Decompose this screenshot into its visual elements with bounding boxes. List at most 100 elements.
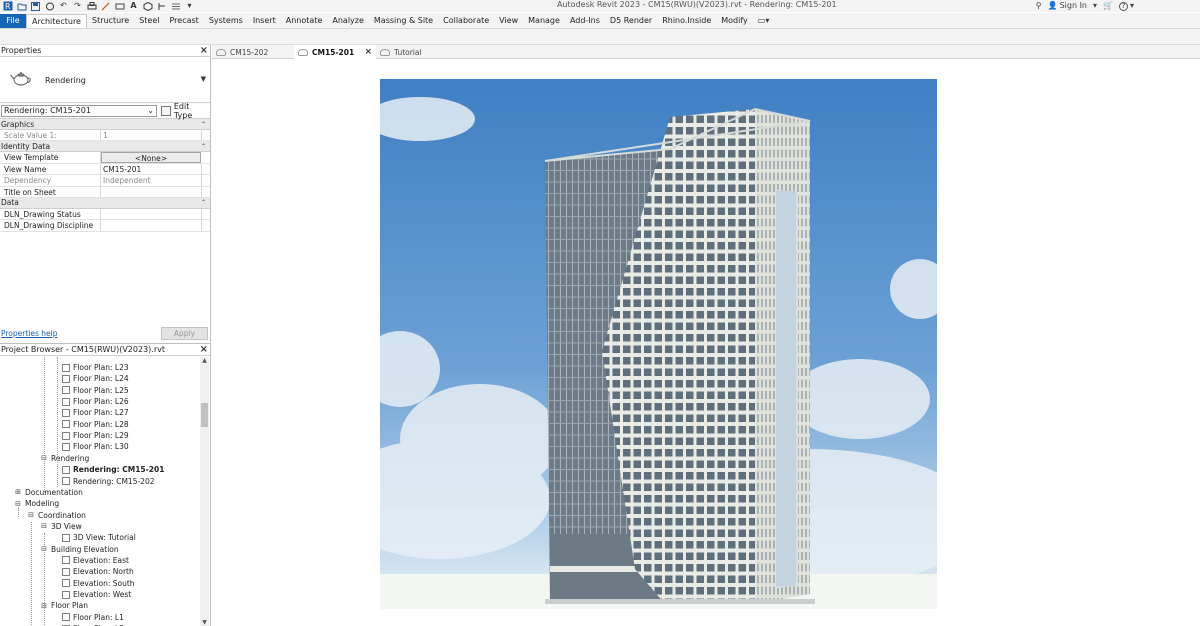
tree-view-item[interactable]: Floor Plan: L1 bbox=[62, 612, 124, 623]
properties-help-link[interactable]: Properties help bbox=[0, 329, 58, 338]
undo-icon[interactable]: ↶ bbox=[58, 1, 69, 11]
tab-modify[interactable]: Modify bbox=[716, 14, 753, 28]
instance-filter-dropdown[interactable]: Rendering: CM15-201 ⌄ bbox=[1, 104, 157, 117]
tree-group-node[interactable]: ⊞ Documentation bbox=[14, 487, 83, 498]
scroll-thumb[interactable] bbox=[201, 403, 208, 427]
thin-lines-icon[interactable] bbox=[170, 1, 181, 11]
tab-view[interactable]: View bbox=[494, 14, 523, 28]
tab-steel[interactable]: Steel bbox=[134, 14, 164, 28]
title-on-sheet-field[interactable] bbox=[101, 186, 202, 197]
tree-view-item[interactable]: Floor Plan: L26 bbox=[62, 396, 129, 407]
tree-view-item[interactable]: Elevation: North bbox=[62, 566, 134, 577]
revit-logo-icon[interactable]: R bbox=[2, 1, 13, 11]
prop-row-title-on-sheet[interactable]: Title on Sheet bbox=[0, 186, 210, 198]
tab-manage[interactable]: Manage bbox=[523, 14, 565, 28]
tree-view-item[interactable]: Floor Plan: L29 bbox=[62, 430, 129, 441]
text-icon[interactable]: A bbox=[128, 1, 139, 11]
tree-view-item[interactable]: Floor Plan: L27 bbox=[62, 407, 129, 418]
prop-row-dependency[interactable]: Dependency Independent bbox=[0, 175, 210, 187]
collapse-icon[interactable]: ⊟ bbox=[27, 511, 35, 519]
view-template-button[interactable]: <None> bbox=[101, 152, 201, 163]
tree-view-item[interactable]: Floor Plan: L24 bbox=[62, 373, 129, 384]
tree-view-item[interactable]: Elevation: South bbox=[62, 578, 135, 589]
close-icon[interactable]: × bbox=[200, 344, 208, 354]
tab-massing-site[interactable]: Massing & Site bbox=[369, 14, 438, 28]
tab-rhino-inside[interactable]: Rhino.Inside bbox=[657, 14, 716, 28]
print-icon[interactable] bbox=[86, 1, 97, 11]
drawing-discipline-field[interactable] bbox=[101, 220, 202, 231]
tree-view-item[interactable]: Elevation: West bbox=[62, 589, 131, 600]
binoculars-icon[interactable]: ⚲ bbox=[1036, 2, 1042, 10]
tab-insert[interactable]: Insert bbox=[248, 14, 281, 28]
tree-group-node[interactable]: ⊟ Coordination bbox=[27, 510, 86, 521]
tree-item-label: Elevation: East bbox=[73, 555, 129, 565]
prop-row-view-template[interactable]: View Template <None> bbox=[0, 152, 210, 164]
tab-precast[interactable]: Precast bbox=[164, 14, 203, 28]
tree-view-item[interactable]: 3D View: Tutorial bbox=[62, 532, 136, 543]
tree-group-node[interactable]: ⊟ Building Elevation bbox=[40, 544, 119, 555]
scroll-down-icon[interactable]: ▼ bbox=[200, 619, 209, 626]
browser-scrollbar[interactable]: ▲ ▼ bbox=[200, 357, 209, 626]
tab-analyze[interactable]: Analyze bbox=[327, 14, 369, 28]
tab-view-tutorial[interactable]: Tutorial bbox=[376, 45, 458, 59]
tab-add-ins[interactable]: Add-Ins bbox=[565, 14, 605, 28]
tree-group-node[interactable]: ⊟ Floor Plan bbox=[40, 600, 88, 611]
qat-dropdown-icon[interactable]: ▾ bbox=[184, 1, 195, 11]
tab-systems[interactable]: Systems bbox=[204, 14, 248, 28]
sign-in-button[interactable]: 👤 Sign In bbox=[1048, 2, 1087, 10]
prop-row-view-name[interactable]: View Name CM15-201 bbox=[0, 163, 210, 176]
sync-icon[interactable] bbox=[44, 1, 55, 11]
tree-view-item[interactable]: Floor Plan: L25 bbox=[62, 385, 129, 396]
tab-architecture[interactable]: Architecture bbox=[26, 13, 87, 28]
tree-view-item[interactable]: Floor Plan: L23 bbox=[62, 362, 129, 373]
tab-annotate[interactable]: Annotate bbox=[281, 14, 328, 28]
project-browser-title: Project Browser - CM15(RWU)(V2023).rvt bbox=[1, 345, 165, 354]
tab-structure[interactable]: Structure bbox=[87, 14, 134, 28]
save-icon[interactable] bbox=[30, 1, 41, 11]
measure-icon[interactable] bbox=[100, 1, 111, 11]
section-icon[interactable] bbox=[156, 1, 167, 11]
drawing-status-field[interactable] bbox=[101, 208, 202, 220]
tab-d5-render[interactable]: D5 Render bbox=[605, 14, 657, 28]
cart-icon[interactable]: 🛒 bbox=[1103, 2, 1113, 10]
apply-button[interactable]: Apply bbox=[161, 326, 208, 340]
tree-view-item[interactable]: Rendering: CM15-201 bbox=[62, 464, 164, 475]
tree-view-item[interactable]: Elevation: East bbox=[62, 555, 129, 566]
tree-view-item[interactable]: Rendering: CM15-202 bbox=[62, 476, 154, 487]
tree-group-node[interactable]: ⊟ 3D View bbox=[40, 521, 82, 532]
close-icon[interactable]: × bbox=[200, 45, 208, 55]
drawing-canvas[interactable] bbox=[212, 60, 1200, 626]
help-icon: ? bbox=[1118, 1, 1128, 11]
tree-group-node[interactable]: ⊟ Modeling bbox=[14, 498, 59, 509]
tree-guide-line bbox=[57, 357, 58, 487]
tree-group-node[interactable]: ⊟ Rendering bbox=[40, 453, 89, 464]
open-icon[interactable] bbox=[16, 1, 27, 11]
teapot-icon bbox=[216, 48, 226, 56]
close-tab-icon[interactable]: × bbox=[364, 47, 372, 57]
prop-row-drawing-status[interactable]: DLN_Drawing Status bbox=[0, 208, 210, 221]
type-selector[interactable]: Rendering ▼ bbox=[0, 57, 210, 103]
3d-view-icon[interactable] bbox=[142, 1, 153, 11]
redo-icon[interactable]: ↷ bbox=[72, 1, 83, 11]
edit-type-button[interactable]: Edit Type bbox=[160, 102, 210, 120]
group-data[interactable]: Data ⌃ bbox=[0, 197, 210, 209]
group-graphics[interactable]: Graphics ⌃ bbox=[0, 119, 210, 130]
tab-view-cm15-202[interactable]: CM15-202 bbox=[212, 45, 294, 59]
ribbon-options-icon[interactable]: ▭▾ bbox=[753, 14, 775, 28]
tab-file[interactable]: File bbox=[0, 13, 26, 28]
expand-icon[interactable]: ⊞ bbox=[14, 488, 22, 496]
tab-collaborate[interactable]: Collaborate bbox=[438, 14, 494, 28]
scroll-up-icon[interactable]: ▲ bbox=[200, 357, 209, 365]
tab-view-cm15-201[interactable]: CM15-201 × bbox=[294, 45, 376, 59]
prop-row-scale[interactable]: Scale Value 1: 1 bbox=[0, 130, 210, 142]
group-identity-data[interactable]: Identity Data ⌃ bbox=[0, 141, 210, 153]
tree-view-item[interactable]: Floor Plan: L30 bbox=[62, 441, 129, 452]
help-button[interactable]: ? ▾ bbox=[1118, 1, 1134, 11]
view-name-field[interactable]: CM15-201 bbox=[101, 163, 202, 175]
sign-in-dropdown-icon[interactable]: ▾ bbox=[1093, 2, 1097, 10]
collapse-icon[interactable]: ⊟ bbox=[40, 522, 48, 530]
tree-view-item[interactable]: Floor Plan: L28 bbox=[62, 419, 129, 430]
prop-row-drawing-discipline[interactable]: DLN_Drawing Discipline bbox=[0, 220, 210, 232]
svg-text:R: R bbox=[5, 2, 11, 11]
tag-icon[interactable] bbox=[114, 1, 125, 11]
